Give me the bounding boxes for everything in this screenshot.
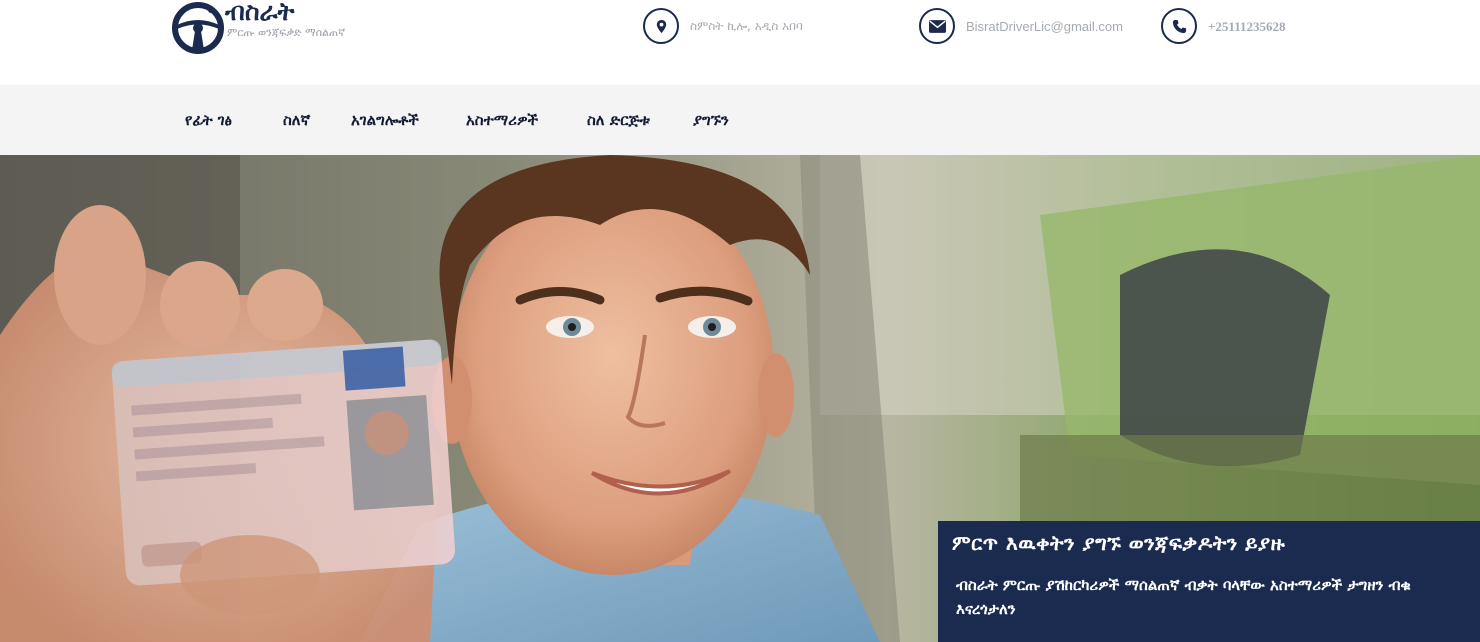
nav-item-contact[interactable]: ያግኙን xyxy=(693,111,729,129)
hero-title: ምርጥ እዉቀትን ያግኙ ወንጃፍቃዶትን ይያዙ xyxy=(952,531,1286,555)
hero-description: ብስራት ምርጡ ያሽከርካሪዎች ማሰልጠኛ ብቃት ባላቸው አስተማሪዎች… xyxy=(956,576,1411,618)
envelope-icon xyxy=(919,8,955,44)
nav-item-about[interactable]: ስለኛ xyxy=(283,111,310,129)
phone-link[interactable]: +25111235628 xyxy=(1208,19,1285,35)
main-navigation: የፊት ገፅ ስለኛ አገልግሎቶች አስተማሪዎች ስለ ድርጅቱ ያግኙን xyxy=(0,85,1480,155)
contact-address: ስምስት ኪሎ, አዲስ አበባ xyxy=(643,8,843,48)
brand-tagline: ምርጡ ወንጃፍቃድ ማሰልጠኛ xyxy=(227,26,346,39)
nav-item-organization[interactable]: ስለ ድርጅቱ xyxy=(587,111,650,129)
hero-caption: ምርጥ እዉቀትን ያግኙ ወንጃፍቃዶትን ይያዙ ብስራት ምርጡ ያሽከር… xyxy=(938,521,1480,642)
contact-phone[interactable]: +25111235628 xyxy=(1161,8,1311,48)
brand-logo[interactable]: ብስራት ምርጡ ወንጃፍቃድ ማሰልጠኛ xyxy=(171,0,411,56)
address-text: ስምስት ኪሎ, አዲስ አበባ xyxy=(690,19,803,33)
phone-icon xyxy=(1161,8,1197,44)
email-link[interactable]: BisratDriverLic@gmail.com xyxy=(966,19,1123,34)
hero-banner: ምርጥ እዉቀትን ያግኙ ወንጃፍቃዶትን ይያዙ ብስራት ምርጡ ያሽከር… xyxy=(0,155,1480,642)
nav-item-instructors[interactable]: አስተማሪዎች xyxy=(466,111,538,129)
steering-wheel-icon xyxy=(172,2,224,54)
nav-item-services[interactable]: አገልግሎቶች xyxy=(351,111,419,129)
top-header: ብስራት ምርጡ ወንጃፍቃድ ማሰልጠኛ ስምስት ኪሎ, አዲስ አበባ B… xyxy=(0,0,1480,85)
contact-email[interactable]: BisratDriverLic@gmail.com xyxy=(919,8,1149,48)
brand-name: ብስራት xyxy=(225,0,295,26)
map-pin-icon xyxy=(643,8,679,44)
nav-item-home[interactable]: የፊት ገፅ xyxy=(185,111,232,129)
